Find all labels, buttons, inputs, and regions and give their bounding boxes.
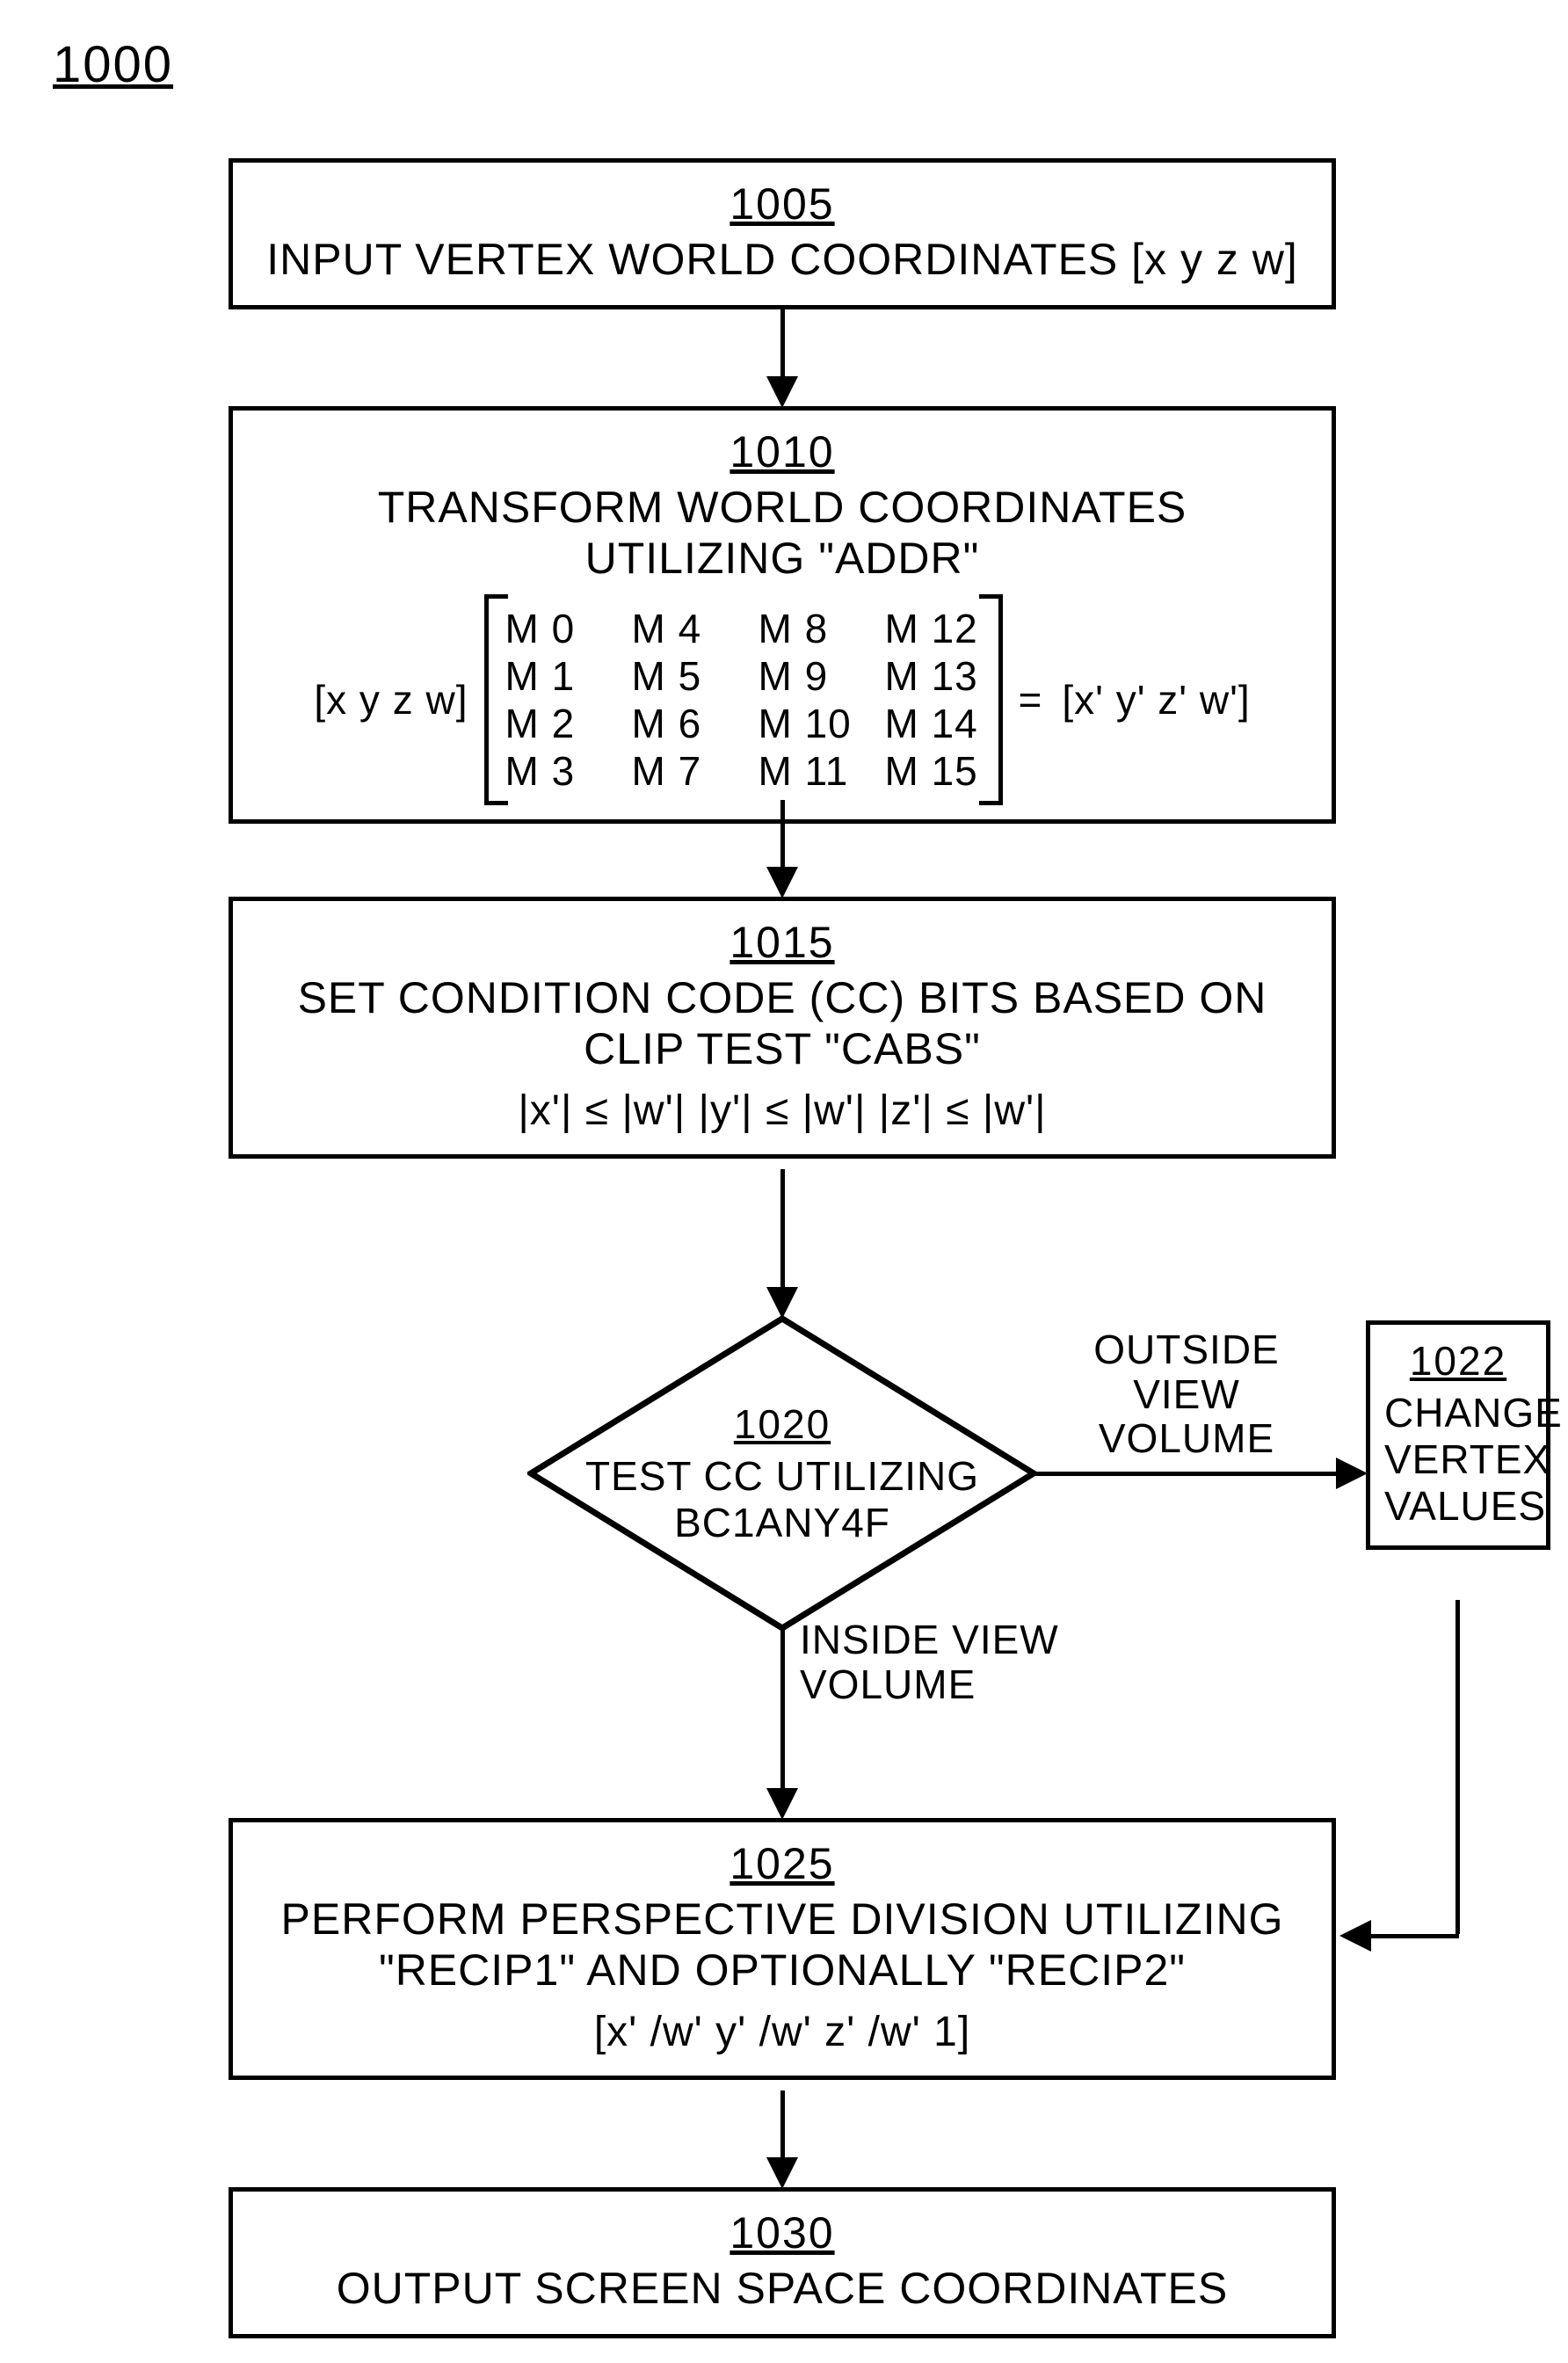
- m-cell: M 10: [759, 700, 855, 747]
- arrow-1015-1020-line: [780, 1169, 785, 1291]
- node-1025-num: 1025: [250, 1838, 1314, 1889]
- label-outside: OUTSIDE VIEW VOLUME: [1046, 1327, 1327, 1461]
- arrow-1020-1025-head: [766, 1788, 798, 1820]
- node-1010-lhs: [x y z w]: [314, 676, 468, 723]
- node-1025-line2: "RECIP1" AND OPTIONALLY "RECIP2": [250, 1945, 1314, 1996]
- arrow-1020-1022-line: [1034, 1472, 1339, 1476]
- node-1005-text: INPUT VERTEX WORLD COORDINATES [x y z w]: [250, 235, 1314, 286]
- node-1020-line2: BC1ANY4F: [674, 1500, 890, 1546]
- node-1030-text: OUTPUT SCREEN SPACE COORDINATES: [250, 2264, 1314, 2315]
- node-1030-num: 1030: [250, 2207, 1314, 2258]
- m-cell: M 15: [885, 747, 982, 795]
- arrow-1020-1022-head: [1336, 1458, 1368, 1489]
- m-cell: M 13: [885, 652, 982, 700]
- node-1015-num: 1015: [250, 917, 1314, 968]
- node-1015-expr: |x'| ≤ |w'| |y'| ≤ |w'| |z'| ≤ |w'|: [250, 1087, 1314, 1135]
- m-cell: M 0: [505, 605, 602, 652]
- node-1030: 1030 OUTPUT SCREEN SPACE COORDINATES: [229, 2187, 1336, 2338]
- m-cell: M 3: [505, 747, 602, 795]
- figure-number: 1000: [53, 35, 173, 94]
- node-1025: 1025 PERFORM PERSPECTIVE DIVISION UTILIZ…: [229, 1818, 1336, 2080]
- node-1010-equation: [x y z w] M 0 M 4 M 8 M 12 M 1 M 5 M 9 M…: [250, 600, 1314, 800]
- node-1022-line3: VALUES: [1384, 1483, 1532, 1530]
- node-1022-line1: CHANGE: [1384, 1390, 1532, 1436]
- node-1022: 1022 CHANGE VERTEX VALUES: [1366, 1320, 1550, 1550]
- m-cell: M 1: [505, 652, 602, 700]
- m-cell: M 2: [505, 700, 602, 747]
- node-1015-line2: CLIP TEST "CABS": [250, 1024, 1314, 1075]
- node-1015: 1015 SET CONDITION CODE (CC) BITS BASED …: [229, 897, 1336, 1159]
- node-1025-expr: [x' /w' y' /w' z' /w' 1]: [250, 2008, 1314, 2056]
- node-1022-line2: VERTEX: [1384, 1436, 1532, 1483]
- node-1015-line1: SET CONDITION CODE (CC) BITS BASED ON: [250, 973, 1314, 1024]
- label-inside: INSIDE VIEW VOLUME: [800, 1618, 1063, 1706]
- node-1005: 1005 INPUT VERTEX WORLD COORDINATES [x y…: [229, 158, 1336, 309]
- conn-1022-left: [1368, 1934, 1459, 1938]
- node-1005-num: 1005: [250, 178, 1314, 229]
- node-1020-num: 1020: [734, 1400, 831, 1448]
- flowchart-canvas: 1000 1005 INPUT VERTEX WORLD COORDINATES…: [0, 0, 1568, 2363]
- arrow-1025-1030-line: [780, 2090, 785, 2161]
- conn-1022-arrow: [1339, 1920, 1371, 1952]
- node-1025-line1: PERFORM PERSPECTIVE DIVISION UTILIZING: [250, 1894, 1314, 1945]
- arrow-1025-1030-head: [766, 2157, 798, 2189]
- m-cell: M 8: [759, 605, 855, 652]
- node-1010-matrix: M 0 M 4 M 8 M 12 M 1 M 5 M 9 M 13 M 2 M …: [488, 600, 999, 800]
- m-cell: M 12: [885, 605, 982, 652]
- node-1010: 1010 TRANSFORM WORLD COORDINATES UTILIZI…: [229, 406, 1336, 824]
- node-1022-num: 1022: [1384, 1337, 1532, 1385]
- m-cell: M 5: [632, 652, 729, 700]
- arrow-1020-1025-line: [780, 1628, 785, 1792]
- arrow-1005-1010-head: [766, 376, 798, 408]
- arrow-1010-1015-line: [780, 800, 785, 870]
- node-1020: 1020 TEST CC UTILIZING BC1ANY4F: [527, 1315, 1037, 1632]
- node-1010-line2: UTILIZING "ADDR": [250, 534, 1314, 585]
- m-cell: M 7: [632, 747, 729, 795]
- node-1010-eq: =: [1019, 676, 1043, 723]
- node-1020-line1: TEST CC UTILIZING: [585, 1453, 979, 1500]
- node-1010-rhs: [x' y' z' w']: [1062, 676, 1250, 723]
- m-cell: M 11: [759, 747, 855, 795]
- arrow-1005-1010-line: [780, 309, 785, 380]
- arrow-1010-1015-head: [766, 867, 798, 898]
- m-cell: M 4: [632, 605, 729, 652]
- conn-1022-down: [1455, 1600, 1460, 1934]
- arrow-1015-1020-head: [766, 1287, 798, 1319]
- m-cell: M 14: [885, 700, 982, 747]
- m-cell: M 6: [632, 700, 729, 747]
- node-1010-num: 1010: [250, 426, 1314, 477]
- node-1010-line1: TRANSFORM WORLD COORDINATES: [250, 483, 1314, 534]
- m-cell: M 9: [759, 652, 855, 700]
